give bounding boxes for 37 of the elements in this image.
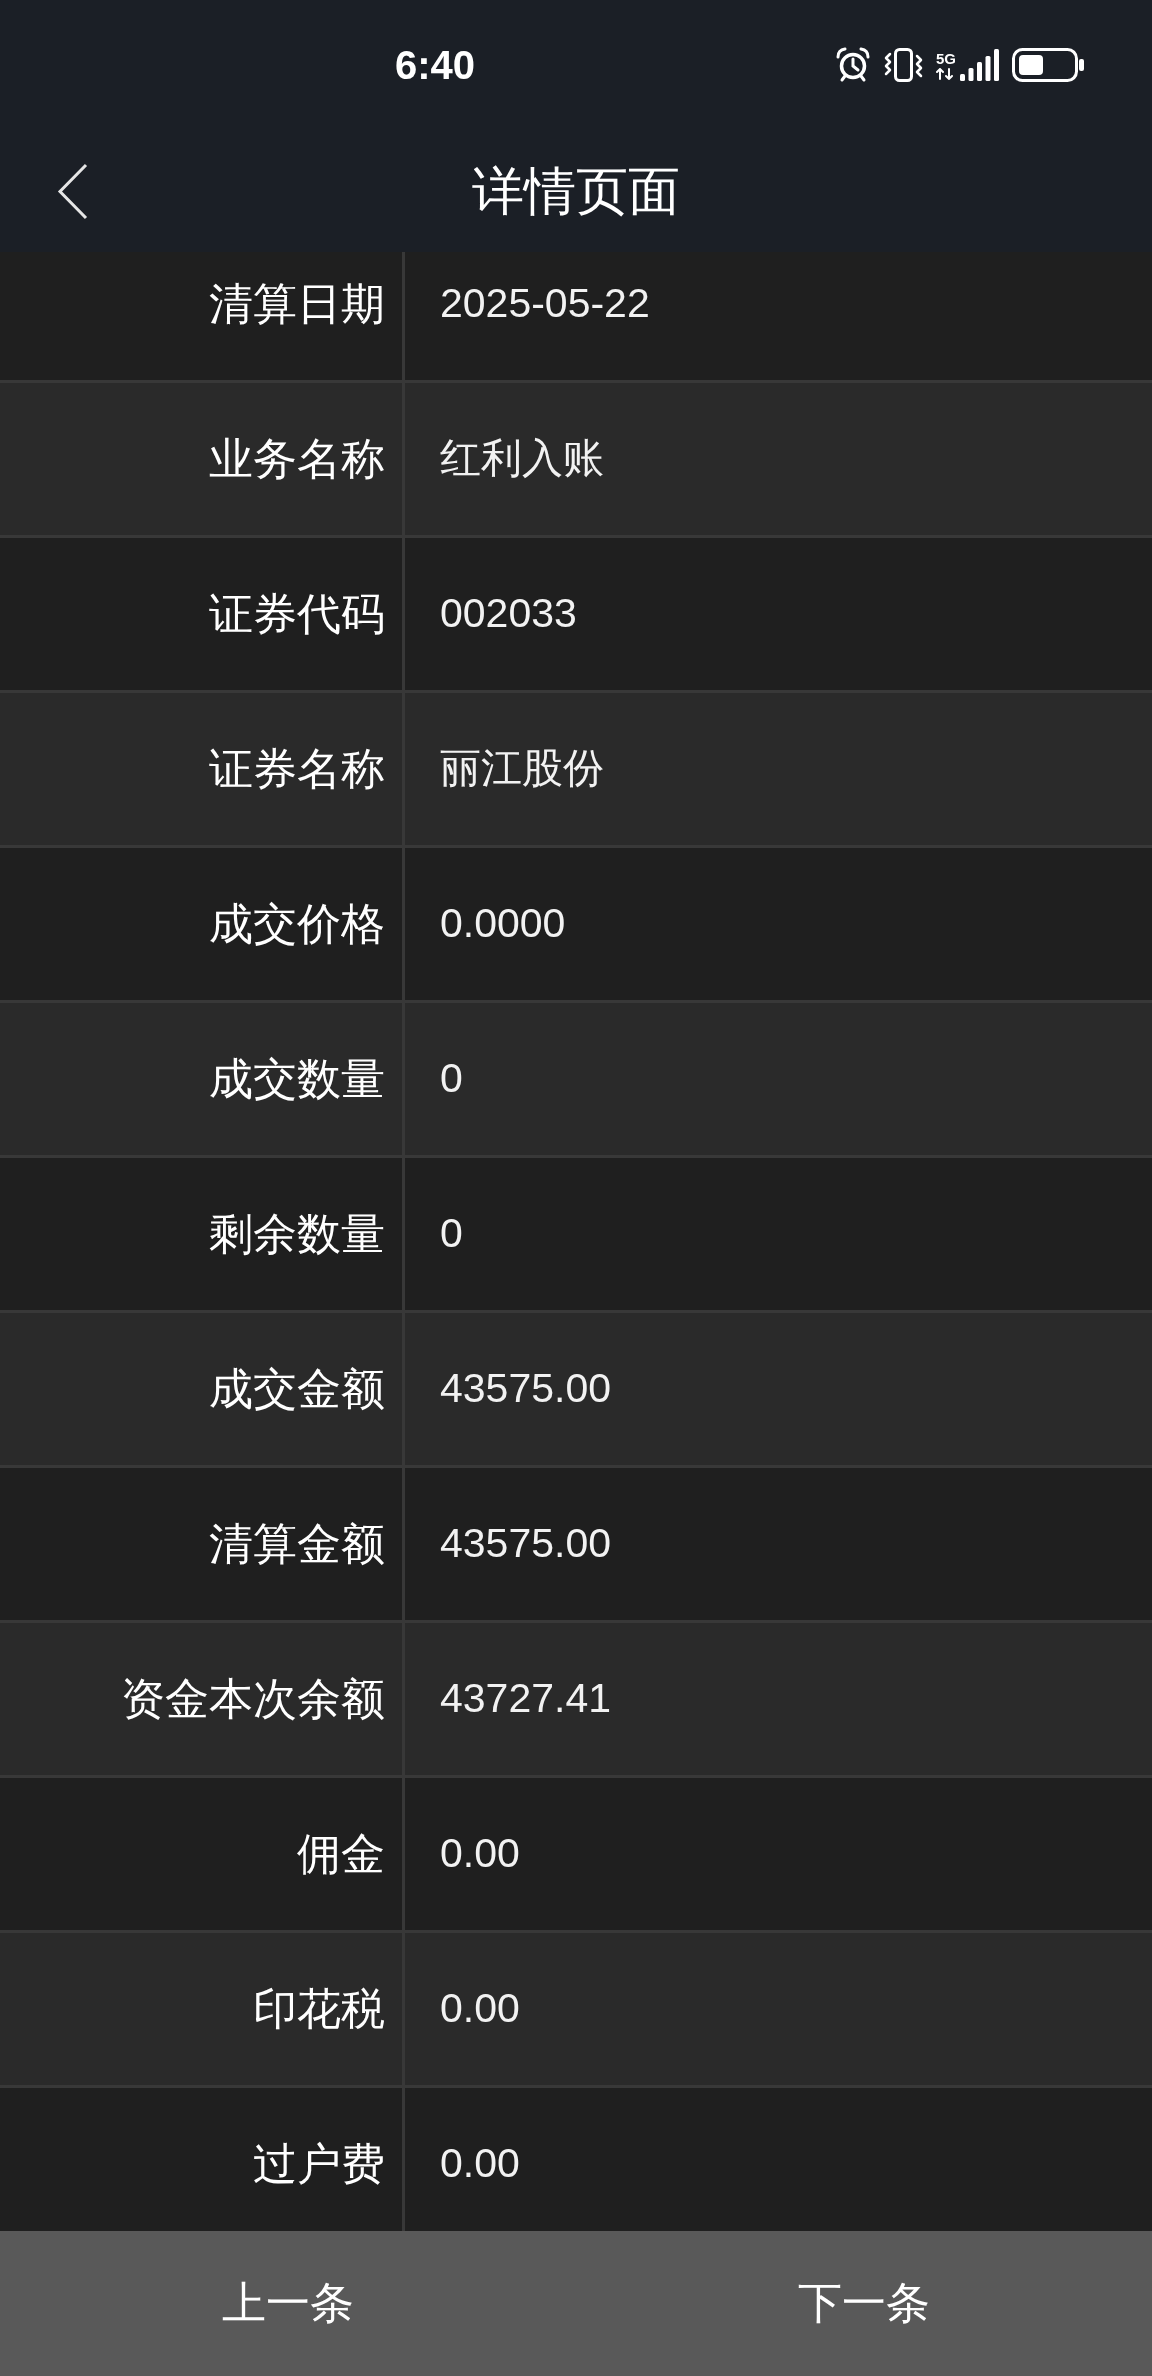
field-value: 丽江股份 bbox=[440, 744, 604, 794]
data-arrows-icon bbox=[936, 67, 954, 80]
field-label: 证券名称 bbox=[209, 742, 385, 795]
field-label: 剩余数量 bbox=[209, 1207, 385, 1260]
signal-icon bbox=[960, 49, 1000, 81]
field-label: 佣金 bbox=[297, 1827, 385, 1880]
field-value: 43575.00 bbox=[440, 1364, 611, 1414]
previous-button[interactable]: 上一条 bbox=[0, 2231, 576, 2376]
field-label: 清算金额 bbox=[209, 1517, 385, 1570]
field-label: 成交金额 bbox=[209, 1362, 385, 1415]
field-label: 资金本次余额 bbox=[121, 1672, 385, 1725]
field-label: 业务名称 bbox=[209, 432, 385, 485]
network-type-label: 5G bbox=[936, 50, 956, 66]
field-label: 成交价格 bbox=[209, 897, 385, 950]
field-value: 43727.41 bbox=[440, 1674, 611, 1724]
field-value: 0 bbox=[440, 1054, 463, 1104]
field-label: 证券代码 bbox=[209, 587, 385, 640]
field-label: 过户费 bbox=[253, 2137, 385, 2190]
field-value: 2025-05-22 bbox=[440, 279, 650, 329]
field-value: 0.00 bbox=[440, 1829, 520, 1879]
field-value: 0.00 bbox=[440, 2139, 520, 2189]
vibrate-icon bbox=[883, 48, 924, 82]
field-label: 清算日期 bbox=[209, 277, 385, 330]
status-time: 6:40 bbox=[395, 45, 476, 85]
field-label: 成交数量 bbox=[209, 1052, 385, 1105]
field-value: 002033 bbox=[440, 589, 577, 639]
field-value: 0.00 bbox=[440, 1984, 520, 2034]
field-value: 0 bbox=[440, 1209, 463, 1259]
battery-icon bbox=[1012, 48, 1084, 82]
chevron-left-icon bbox=[57, 162, 88, 220]
field-value: 43575.00 bbox=[440, 1519, 611, 1569]
alarm-clock-icon bbox=[835, 47, 871, 83]
next-button[interactable]: 下一条 bbox=[576, 2231, 1152, 2376]
field-value: 红利入账 bbox=[440, 434, 604, 484]
field-label: 印花税 bbox=[253, 1982, 385, 2035]
page-title: 详情页面 bbox=[472, 160, 680, 222]
field-value: 0.0000 bbox=[440, 899, 566, 949]
